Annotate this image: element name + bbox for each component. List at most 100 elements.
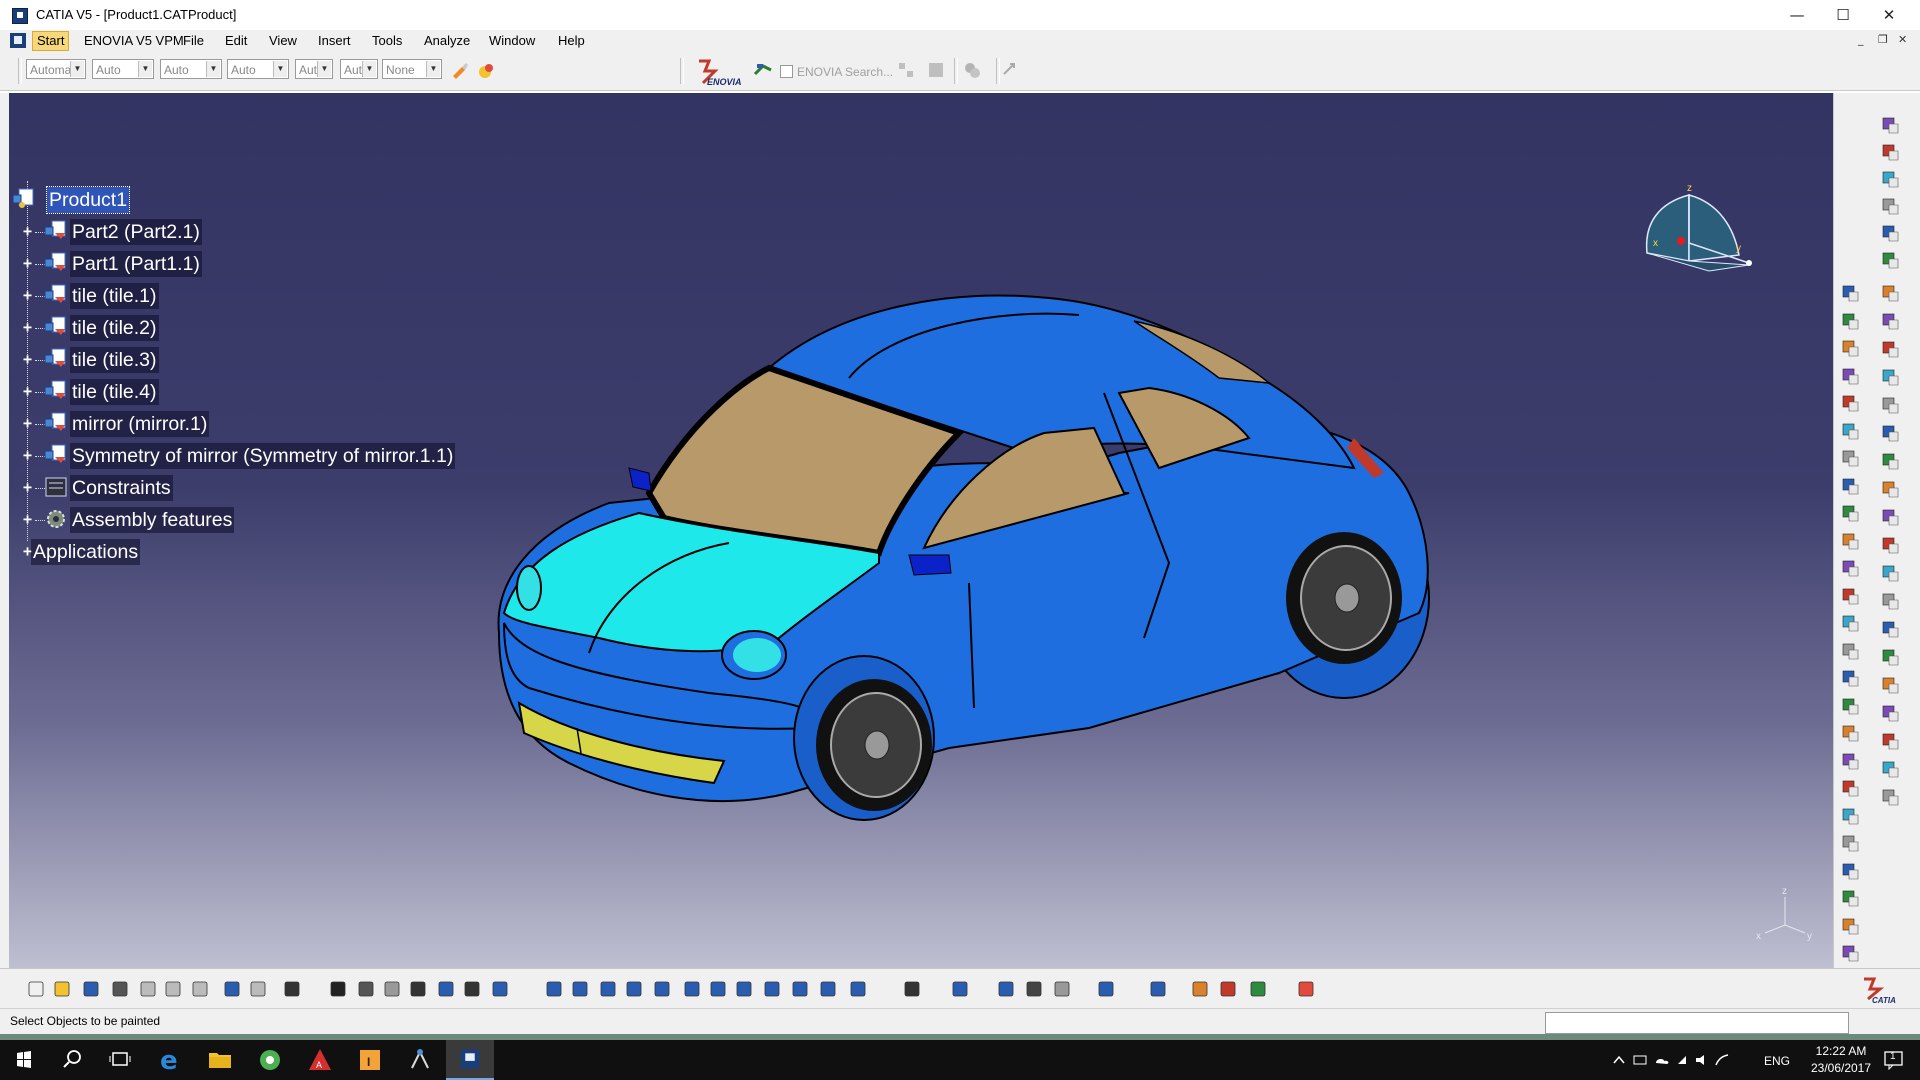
expand-plus-icon[interactable]: + [21, 352, 34, 367]
menu-insert[interactable]: Insert [318, 33, 351, 48]
point-type-combo[interactable]: Aut ▼ [295, 59, 333, 79]
toolbar-grip[interactable] [680, 58, 684, 84]
menu-analyze[interactable]: Analyze [424, 33, 470, 48]
add-icon[interactable] [1880, 395, 1900, 415]
enovia-workspace-icon[interactable] [962, 60, 982, 80]
line-thickness-combo[interactable]: Auto ▼ [160, 59, 222, 79]
line-type-combo[interactable]: Auto ▼ [227, 59, 289, 79]
multi-view-icon[interactable] [734, 979, 754, 999]
tree-label-symmetry-of-mirror[interactable]: Symmetry of mirror (Symmetry of mirror.1… [70, 443, 456, 469]
tree-label-part2[interactable]: Part2 (Part2.1) [70, 219, 202, 245]
table-icon[interactable] [408, 979, 428, 999]
acrobat-icon[interactable]: A [296, 1040, 344, 1080]
compass-handle[interactable] [1677, 237, 1685, 245]
catia-taskbar-icon[interactable] [446, 1040, 494, 1080]
tree-label-mirror[interactable]: mirror (mirror.1) [70, 411, 210, 437]
expand-plus-icon[interactable]: + [21, 384, 34, 399]
menu-window[interactable]: Window [489, 33, 535, 48]
selective-load-icon[interactable] [1840, 448, 1860, 468]
language-indicator[interactable]: ENG [1764, 1054, 1790, 1068]
graphic-properties-icon[interactable] [476, 60, 496, 80]
contact-icon[interactable] [1840, 723, 1860, 743]
hand-icon[interactable] [462, 979, 482, 999]
comment-icon[interactable] [356, 979, 376, 999]
new-file-icon[interactable] [26, 979, 46, 999]
expand-plus-icon[interactable]: + [21, 256, 34, 271]
split-icon[interactable] [1880, 367, 1900, 387]
formula-fx-icon[interactable] [328, 979, 348, 999]
annotation-icon[interactable] [1880, 250, 1900, 270]
manage-representations-icon[interactable] [1840, 476, 1860, 496]
normal-view-icon[interactable] [708, 979, 728, 999]
layer-combo[interactable]: Aut ▼ [340, 59, 378, 79]
reuse-pattern-icon[interactable] [1840, 558, 1860, 578]
expand-plus-icon[interactable]: + [21, 288, 34, 303]
clock-time[interactable]: 12:22 AM [1806, 1044, 1876, 1058]
manage-icon[interactable] [996, 979, 1016, 999]
enovia-tree-icon[interactable] [896, 60, 916, 80]
tree-label-tile-2[interactable]: tile (tile.2) [70, 315, 159, 341]
translate-icon[interactable] [1880, 479, 1900, 499]
angle-icon[interactable] [1840, 778, 1860, 798]
undo-icon[interactable] [222, 979, 242, 999]
rotate-icon[interactable] [1880, 507, 1900, 527]
tree-label-applications[interactable]: Applications [31, 539, 141, 565]
tree-label-root[interactable]: Product1 [45, 186, 131, 214]
clash-icon[interactable] [1840, 668, 1860, 688]
fix-together-icon[interactable] [1840, 833, 1860, 853]
reuse-pattern-constraint-icon[interactable] [1840, 943, 1860, 963]
material-icon[interactable] [1880, 787, 1900, 807]
check-icon[interactable] [1880, 703, 1900, 723]
formula-icon[interactable] [1880, 619, 1900, 639]
catalog-browser-icon[interactable] [1148, 979, 1168, 999]
new-product-icon[interactable] [1840, 311, 1860, 331]
print-icon[interactable] [110, 979, 130, 999]
save-icon[interactable] [81, 979, 101, 999]
menu-start[interactable]: Start [32, 31, 70, 51]
compass-widget[interactable]: z x y [1639, 183, 1789, 288]
file-explorer-icon[interactable] [196, 1040, 244, 1080]
graph-icon[interactable] [490, 979, 510, 999]
tree-icon[interactable] [436, 979, 456, 999]
painter-icon[interactable] [450, 60, 470, 80]
fill-color-combo[interactable]: Automa ▼ [26, 59, 86, 79]
view-mode-icon[interactable] [790, 979, 810, 999]
menu-edit[interactable]: Edit [225, 33, 247, 48]
design-table-icon[interactable] [1880, 759, 1900, 779]
menu-file[interactable]: File [183, 33, 204, 48]
symmetry-icon[interactable] [1880, 451, 1900, 471]
weld-icon[interactable] [1880, 283, 1900, 303]
fast-multi-instantiation-icon[interactable] [1840, 531, 1860, 551]
pocket-icon[interactable] [1880, 339, 1900, 359]
power-input-field[interactable] [1545, 1012, 1849, 1034]
tree-label-tile-4[interactable]: tile (tile.4) [70, 379, 159, 405]
axis-system-icon[interactable] [1880, 535, 1900, 555]
reorder-icon[interactable] [950, 979, 970, 999]
close-button[interactable]: ✕ [1866, 0, 1912, 30]
capture-icon[interactable] [902, 979, 922, 999]
swap-visible-icon[interactable] [848, 979, 868, 999]
grid-icon[interactable] [1296, 979, 1316, 999]
change-constraint-icon[interactable] [1840, 916, 1860, 936]
manipulation-icon[interactable] [1840, 586, 1860, 606]
task-view-icon[interactable] [96, 1040, 144, 1080]
catia-menu-icon[interactable] [10, 33, 26, 48]
fly-mode-icon[interactable] [544, 979, 564, 999]
search-icon[interactable] [48, 1040, 96, 1080]
copy-icon[interactable] [163, 979, 183, 999]
windows-start-icon[interactable] [0, 1040, 48, 1080]
expand-plus-icon[interactable]: + [21, 320, 34, 335]
tree-label-tile-1[interactable]: tile (tile.1) [70, 283, 159, 309]
select-arrow-icon[interactable] [1880, 115, 1900, 135]
offset-icon[interactable] [1840, 751, 1860, 771]
compass-y-handle[interactable] [1746, 260, 1752, 266]
illustrator-icon[interactable]: I [346, 1040, 394, 1080]
doc-restore-button[interactable]: ❐ [1878, 33, 1888, 46]
whats-this-icon[interactable] [282, 979, 302, 999]
apply-material-icon[interactable] [1248, 979, 1268, 999]
minimize-button[interactable]: — [1774, 0, 1820, 30]
rotate-view-icon[interactable] [624, 979, 644, 999]
menu-enovia[interactable]: ENOVIA V5 VPM [84, 33, 184, 48]
knowledge-icon[interactable] [1880, 591, 1900, 611]
menu-help[interactable]: Help [558, 33, 585, 48]
